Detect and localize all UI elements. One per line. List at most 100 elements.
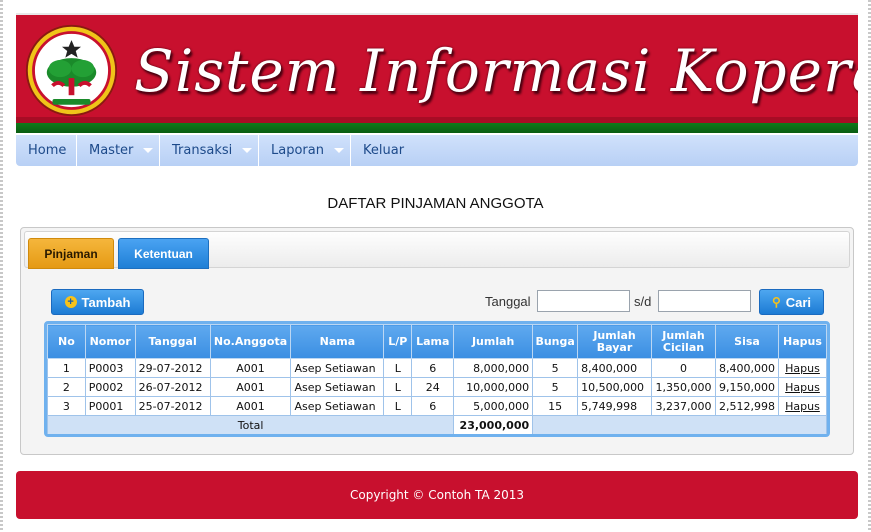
cell-no: 3: [47, 396, 86, 416]
pinjaman-table: No Nomor Tanggal No.Anggota Nama L/P Lam…: [47, 324, 827, 434]
pinjaman-table-wrapper: No Nomor Tanggal No.Anggota Nama L/P Lam…: [44, 321, 830, 437]
tab-panel: Pinjaman Ketentuan + Tambah Tanggal s/d …: [20, 227, 854, 455]
header-banner: Sistem Informasi Koperasi: [16, 13, 858, 133]
nav-item-laporan[interactable]: Laporan: [259, 135, 351, 166]
nav-item-label: Keluar: [363, 143, 405, 158]
column-header: Jumlah: [453, 324, 534, 359]
chevron-down-icon: [242, 148, 253, 153]
koperasi-logo: [25, 24, 118, 117]
column-header: Nama: [290, 324, 385, 359]
table-header-row: No Nomor Tanggal No.Anggota Nama L/P Lam…: [47, 324, 827, 359]
nav-item-transaksi[interactable]: Transaksi: [160, 135, 259, 166]
cell-bunga: 5: [532, 377, 579, 397]
plus-circle-icon: +: [64, 296, 77, 308]
page-border-left: [0, 0, 3, 532]
total-value: 23,000,000: [453, 415, 534, 434]
cell-jumlah-bayar: 10,500,000: [577, 377, 653, 397]
tab-pinjaman[interactable]: Pinjaman: [28, 238, 114, 269]
cell-nama: Asep Setiawan: [290, 377, 385, 397]
tab-bar: Pinjaman Ketentuan: [24, 231, 850, 269]
cari-button[interactable]: ⚲ Cari: [759, 289, 824, 315]
nav-item-keluar[interactable]: Keluar: [351, 135, 416, 166]
main-nav: Home Master Transaksi Laporan Keluar: [16, 135, 858, 166]
cell-jumlah-cicilan: 1,350,000: [651, 377, 716, 397]
column-header: L/P: [383, 324, 413, 359]
cell-lama: 24: [411, 377, 455, 397]
cell-bunga: 15: [532, 396, 579, 416]
nav-item-master[interactable]: Master: [77, 135, 160, 166]
column-header: Lama: [411, 324, 455, 359]
column-header: Tanggal: [134, 324, 211, 359]
cell-lp: L: [383, 396, 413, 416]
column-header: Sisa: [715, 324, 779, 359]
cell-tanggal: 25-07-2012: [134, 396, 211, 416]
cell-lp: L: [383, 377, 413, 397]
sd-label: s/d: [634, 294, 652, 309]
cell-jumlah: 8,000,000: [453, 358, 534, 378]
cell-hapus: Hapus: [777, 358, 827, 378]
nav-item-home[interactable]: Home: [16, 135, 77, 166]
column-header: Nomor: [84, 324, 136, 359]
cell-lama: 6: [411, 396, 455, 416]
cell-hapus: Hapus: [777, 377, 827, 397]
table-row: 2 P0002 26-07-2012 A001 Asep Setiawan L …: [47, 377, 827, 397]
column-header: No: [47, 324, 86, 359]
tab-ketentuan[interactable]: Ketentuan: [118, 238, 209, 269]
nav-item-label: Master: [89, 143, 134, 158]
date-to-input[interactable]: [658, 290, 751, 312]
tambah-button-label: Tambah: [81, 294, 131, 310]
cell-jumlah-cicilan: 3,237,000: [651, 396, 716, 416]
tanggal-label: Tanggal: [485, 294, 531, 309]
copyright-text: Copyright © Contoh TA 2013: [349, 488, 525, 502]
cell-hapus: Hapus: [777, 396, 827, 416]
hapus-link[interactable]: Hapus: [785, 381, 820, 394]
hapus-link[interactable]: Hapus: [785, 362, 820, 375]
column-header: Jumlah Cicilan: [651, 324, 716, 359]
table-row: 3 P0001 25-07-2012 A001 Asep Setiawan L …: [47, 396, 827, 416]
column-header: No.Anggota: [209, 324, 292, 359]
search-icon: ⚲: [771, 295, 781, 309]
cell-no-anggota: A001: [209, 358, 292, 378]
cell-sisa: 9,150,000: [715, 377, 779, 397]
date-from-input[interactable]: [537, 290, 630, 312]
cell-sisa: 8,400,000: [715, 358, 779, 378]
tambah-button[interactable]: + Tambah: [51, 289, 144, 315]
column-header: Jumlah Bayar: [577, 324, 653, 359]
table-total-row: Total 23,000,000: [47, 415, 827, 434]
total-filler: [532, 415, 827, 434]
header-green-strip: [16, 123, 858, 133]
cell-jumlah: 10,000,000: [453, 377, 534, 397]
cell-nama: Asep Setiawan: [290, 358, 385, 378]
cell-no: 1: [47, 358, 86, 378]
chevron-down-icon: [333, 148, 344, 153]
cell-nomor: P0003: [84, 358, 136, 378]
page-title: DAFTAR PINJAMAN ANGGOTA: [327, 195, 544, 212]
chevron-down-icon: [143, 148, 154, 153]
cell-jumlah-bayar: 5,749,998: [577, 396, 653, 416]
cell-no-anggota: A001: [209, 396, 292, 416]
cell-bunga: 5: [532, 358, 579, 378]
cari-button-label: Cari: [785, 294, 812, 310]
cell-no-anggota: A001: [209, 377, 292, 397]
nav-item-label: Home: [28, 143, 67, 158]
cell-lp: L: [383, 358, 413, 378]
cell-nomor: P0001: [84, 396, 136, 416]
total-label: Total: [47, 415, 455, 434]
cell-no: 2: [47, 377, 86, 397]
cell-jumlah-cicilan: 0: [651, 358, 716, 378]
site-title: Sistem Informasi Koperasi: [134, 37, 858, 105]
cell-jumlah: 5,000,000: [453, 396, 534, 416]
nav-item-label: Transaksi: [172, 143, 233, 158]
cell-tanggal: 26-07-2012: [134, 377, 211, 397]
cell-jumlah-bayar: 8,400,000: [577, 358, 653, 378]
column-header: Hapus: [777, 324, 827, 359]
cell-nomor: P0002: [84, 377, 136, 397]
table-row: 1 P0003 29-07-2012 A001 Asep Setiawan L …: [47, 358, 827, 378]
nav-item-label: Laporan: [271, 143, 324, 158]
footer: Copyright © Contoh TA 2013: [16, 471, 858, 519]
cell-nama: Asep Setiawan: [290, 396, 385, 416]
hapus-link[interactable]: Hapus: [785, 400, 820, 413]
cell-tanggal: 29-07-2012: [134, 358, 211, 378]
column-header: Bunga: [532, 324, 579, 359]
cell-lama: 6: [411, 358, 455, 378]
